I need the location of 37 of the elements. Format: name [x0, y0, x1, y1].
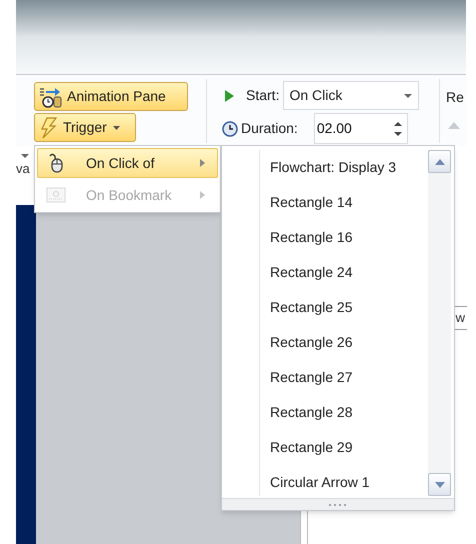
resize-gripper[interactable] — [222, 498, 454, 510]
shape-menu-item[interactable]: Rectangle 26 — [270, 332, 353, 353]
clock-icon — [222, 120, 238, 136]
shape-menu-item[interactable]: Rectangle 27 — [270, 367, 353, 388]
caret-icon — [112, 126, 120, 130]
play-icon — [225, 90, 234, 102]
shape-menu-item[interactable]: Rectangle 16 — [270, 227, 353, 248]
spin-arrows-icon — [394, 120, 402, 136]
down-arrow-icon — [434, 482, 444, 488]
duration-spinner[interactable]: 02.00 — [314, 113, 408, 144]
lightning-icon — [39, 116, 59, 138]
animation-pane-button[interactable]: Animation Pane — [34, 82, 188, 111]
animation-pane-icon — [39, 86, 63, 108]
duration-label: Duration: — [241, 119, 298, 138]
shape-menu-item[interactable]: Rectangle 29 — [270, 437, 353, 458]
shape-menu-item[interactable]: Rectangle 14 — [270, 192, 353, 213]
shape-menu-item[interactable]: Rectangle 25 — [270, 297, 353, 318]
label-fragment: w — [456, 309, 465, 328]
shape-menu-item[interactable]: Flowchart: Display 3 — [270, 157, 396, 178]
bookmark-icon — [46, 187, 66, 203]
up-arrow-icon — [434, 158, 444, 164]
menu-item[interactable]: On Click of — [37, 148, 218, 178]
label-fragment: va — [16, 162, 31, 175]
shape-menu-item[interactable]: Rectangle 28 — [270, 402, 353, 423]
shape-menu-item[interactable]: Circular Arrow 1 — [270, 472, 370, 493]
submenu-arrow-icon — [200, 159, 205, 167]
caret-icon — [21, 154, 29, 158]
shape-menu-item[interactable]: Rectangle 24 — [270, 262, 353, 283]
caret-icon — [404, 94, 412, 98]
up-arrow-icon — [448, 122, 460, 129]
submenu-arrow-icon — [200, 191, 205, 199]
scroll-down-button[interactable] — [428, 473, 451, 496]
start-dropdown[interactable]: On Click — [283, 81, 420, 110]
scroll-up-button[interactable] — [428, 150, 451, 173]
trigger-button[interactable]: Trigger — [34, 113, 136, 142]
start-label: Start: — [246, 86, 280, 105]
group-label: Re — [446, 88, 464, 107]
